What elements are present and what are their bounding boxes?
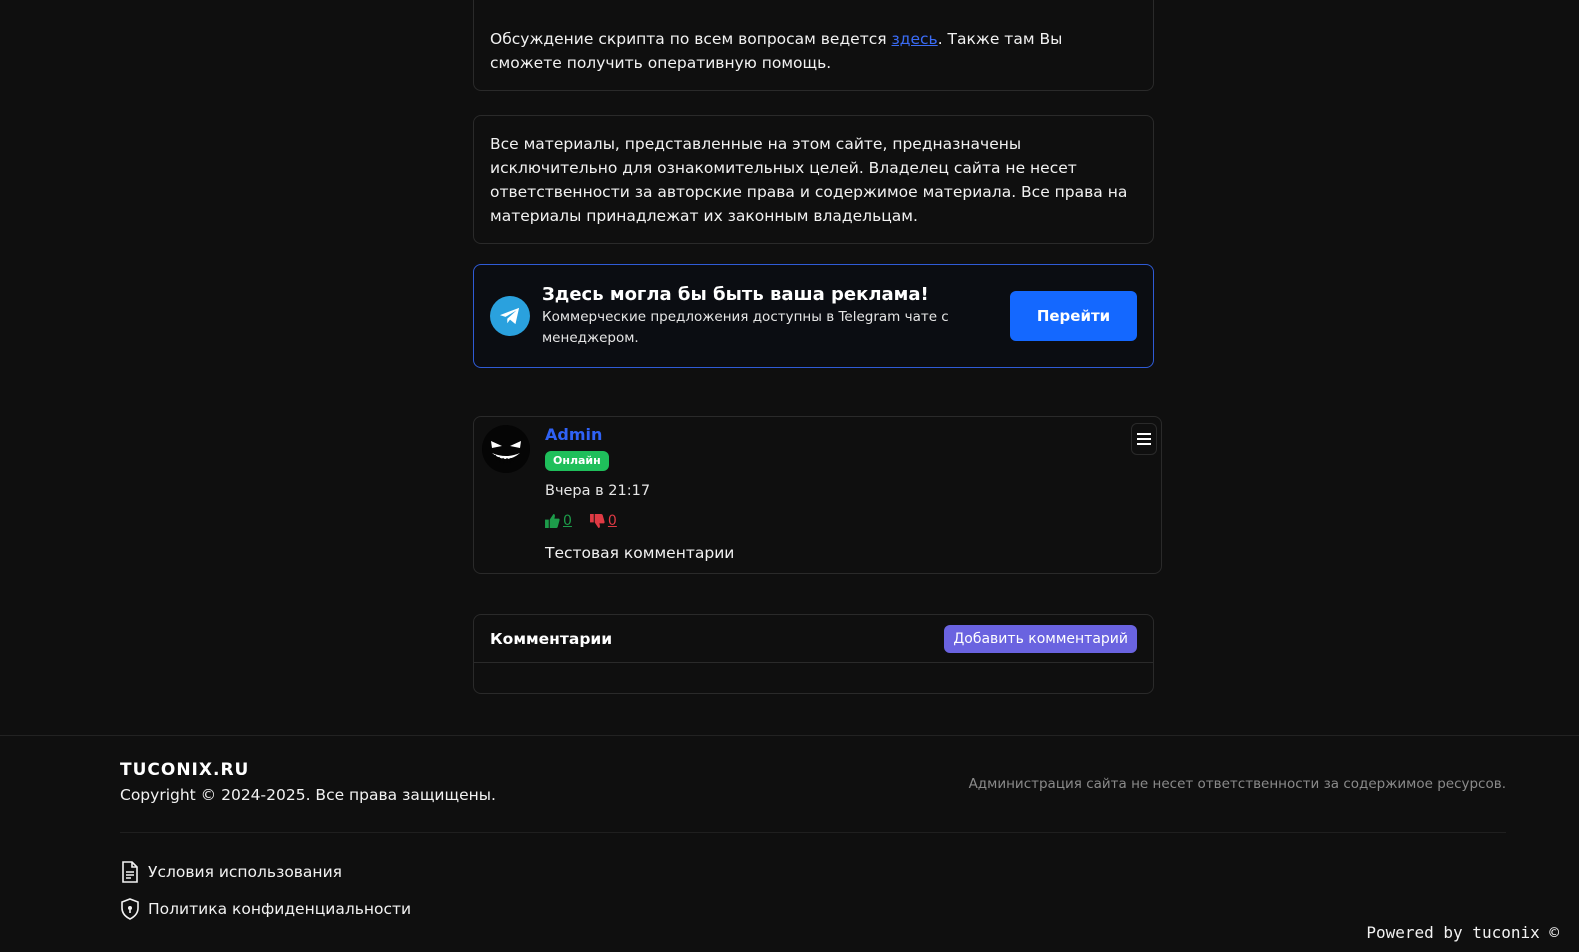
comment-body: Admin Онлайн Вчера в 21:17 0 0 Тестовая … [545,425,734,563]
discussion-card: Обсуждение скрипта по всем вопросам веде… [473,0,1154,91]
footer-divider [120,832,1506,833]
like-button[interactable]: 0 [545,511,572,531]
footer-note: Администрация сайта не несет ответственн… [968,776,1506,792]
dislike-count: 0 [607,513,617,529]
disclaimer-card: Все материалы, представленные на этом са… [473,115,1154,244]
powered-by: Powered by tuconix © [1366,923,1559,942]
thumbs-up-icon [545,514,560,528]
comment-author[interactable]: Admin [545,425,734,445]
discussion-text-before: Обсуждение скрипта по всем вопросам веде… [490,30,892,48]
privacy-link-label: Политика конфиденциальности [148,900,412,918]
shield-icon [121,898,139,920]
hamburger-icon [1137,433,1151,445]
ad-banner: Здесь могла бы быть ваша реклама! Коммер… [473,264,1154,368]
terms-link[interactable]: Условия использования [120,861,342,883]
comments-section: Комментарии Добавить комментарий [473,614,1154,694]
comment-text: Тестовая комментарии [545,544,735,562]
like-count: 0 [563,513,572,529]
footer: TUCONIX.RU Copyright © 2024-2025. Все пр… [0,735,1579,952]
terms-link-label: Условия использования [148,863,342,881]
copyright: Copyright © 2024-2025. Все права защищен… [120,786,496,804]
discussion-text: Обсуждение скрипта по всем вопросам веде… [490,27,1137,75]
comment-card: Admin Онлайн Вчера в 21:17 0 0 Тестовая … [473,416,1162,574]
comments-title: Комментарии [490,629,613,648]
brand-logo[interactable]: TUCONIX.RU [120,760,249,780]
status-badge: Онлайн [545,451,609,471]
privacy-link[interactable]: Политика конфиденциальности [120,898,411,920]
comment-time: Вчера в 21:17 [545,483,651,499]
discussion-link[interactable]: здесь [892,30,938,48]
disclaimer-text: Все материалы, представленные на этом са… [490,135,1128,225]
telegram-icon [490,296,530,336]
comment-votes: 0 0 [545,511,734,531]
comment-menu-button[interactable] [1131,423,1157,455]
thumbs-down-icon [589,514,605,528]
dislike-button[interactable]: 0 [589,511,617,531]
document-icon [122,861,138,883]
comments-header: Комментарии Добавить комментарий [474,615,1153,663]
ad-text: Здесь могла бы быть ваша реклама! Коммер… [542,283,1010,349]
ad-description: Коммерческие предложения доступны в Tele… [542,309,949,346]
avatar[interactable] [482,425,530,473]
ad-go-button[interactable]: Перейти [1010,291,1137,341]
page: Обсуждение скрипта по всем вопросам веде… [0,0,1579,952]
add-comment-button[interactable]: Добавить комментарий [944,624,1137,653]
ad-title: Здесь могла бы быть ваша реклама! [542,284,929,305]
